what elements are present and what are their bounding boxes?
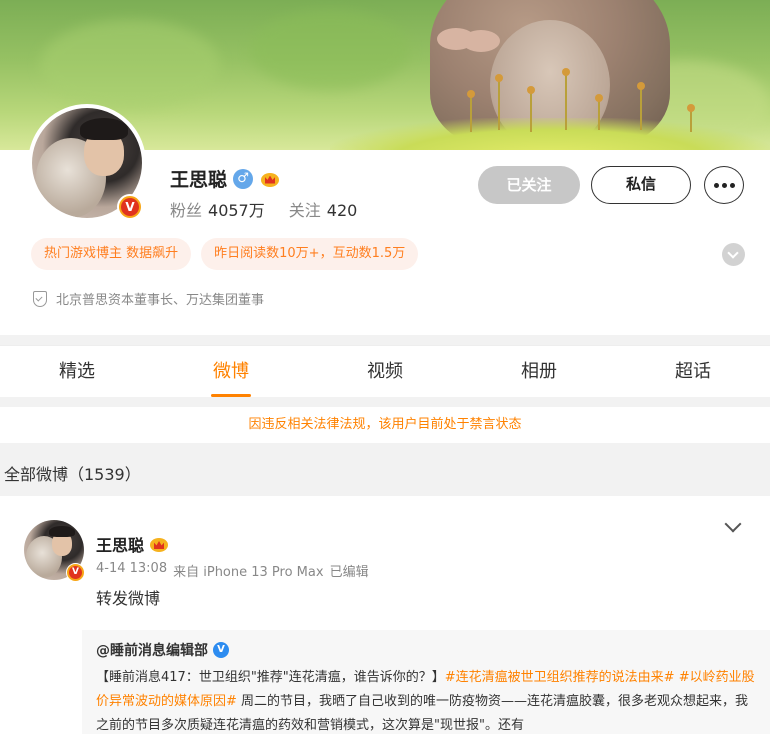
following-stat[interactable]: 关注 420 <box>289 197 358 221</box>
post-author-row: 王思聪 <box>96 532 170 556</box>
tab-supertopic[interactable]: 超话 <box>616 346 770 397</box>
post-author[interactable]: 王思聪 <box>96 532 144 556</box>
certification: 北京普思资本董事长、万达集团董事 <box>33 289 264 308</box>
post-text: 转发微博 <box>96 589 161 608</box>
crown-icon[interactable] <box>259 169 281 189</box>
feed-header[interactable]: 全部微博（1539） <box>0 453 770 496</box>
chevron-down-icon[interactable] <box>724 515 742 533</box>
chevron-down-icon[interactable] <box>722 243 745 266</box>
post-source: 来自 iPhone 13 Pro Max <box>173 565 324 580</box>
repost-segment: 【睡前消息417：世卫组织"推荐"连花清瘟，谁告诉你的？】 <box>96 670 445 685</box>
repost-author[interactable]: @睡前消息编辑部 <box>96 640 208 660</box>
certification-text: 北京普思资本董事长、万达集团董事 <box>56 293 265 308</box>
post-edited[interactable]: 已编辑 <box>330 561 369 580</box>
crown-icon[interactable] <box>148 534 170 554</box>
profile-tabs: 精选 微博 视频 相册 超话 <box>0 345 770 397</box>
tab-featured[interactable]: 精选 <box>0 346 154 397</box>
repost-card[interactable]: @睡前消息编辑部 V 【睡前消息417：世卫组织"推荐"连花清瘟，谁告诉你的？】… <box>82 630 770 734</box>
more-icon[interactable] <box>704 166 744 204</box>
post-time[interactable]: 4-14 13:08 <box>96 561 167 580</box>
tag-hot-blogger[interactable]: 热门游戏博主 数据飙升 <box>31 238 192 270</box>
ban-notice: 因违反相关法律法规，该用户目前处于禁言状态 <box>0 407 770 443</box>
verified-icon: V <box>117 194 143 220</box>
verified-icon: V <box>66 563 85 582</box>
tab-album[interactable]: 相册 <box>462 346 616 397</box>
weibo-profile-page: V 王思聪 ♂ 粉丝 4057万 关注 420 已关注 私信 热门游戏博主 数据飙升… <box>0 0 770 734</box>
verified-icon: V <box>213 642 229 658</box>
followed-button[interactable]: 已关注 <box>478 166 580 204</box>
topic-link[interactable]: #连花清瘟被世卫组织推荐的说法由来# <box>445 670 675 685</box>
fans-stat[interactable]: 粉丝 4057万 <box>170 197 265 221</box>
repost-text: 【睡前消息417：世卫组织"推荐"连花清瘟，谁告诉你的？】#连花清瘟被世卫组织推… <box>96 666 756 734</box>
profile-stats: 粉丝 4057万 关注 420 <box>170 197 357 221</box>
tab-video[interactable]: 视频 <box>308 346 462 397</box>
profile-name-row: 王思聪 ♂ <box>170 165 281 192</box>
profile-name: 王思聪 <box>170 169 228 191</box>
message-button[interactable]: 私信 <box>591 166 691 204</box>
post-card: V 王思聪 4-14 13:08 来自 iPhone 13 Pro Max 已编… <box>0 496 770 734</box>
post-meta: 4-14 13:08 来自 iPhone 13 Pro Max 已编辑 <box>96 561 369 580</box>
shield-icon <box>33 290 47 307</box>
profile-tags: 热门游戏博主 数据飙升 昨日阅读数10万+，互动数1.5万 <box>31 238 419 270</box>
tag-read-stats[interactable]: 昨日阅读数10万+，互动数1.5万 <box>201 238 419 270</box>
male-icon: ♂ <box>233 168 254 189</box>
tab-weibo[interactable]: 微博 <box>154 346 308 397</box>
